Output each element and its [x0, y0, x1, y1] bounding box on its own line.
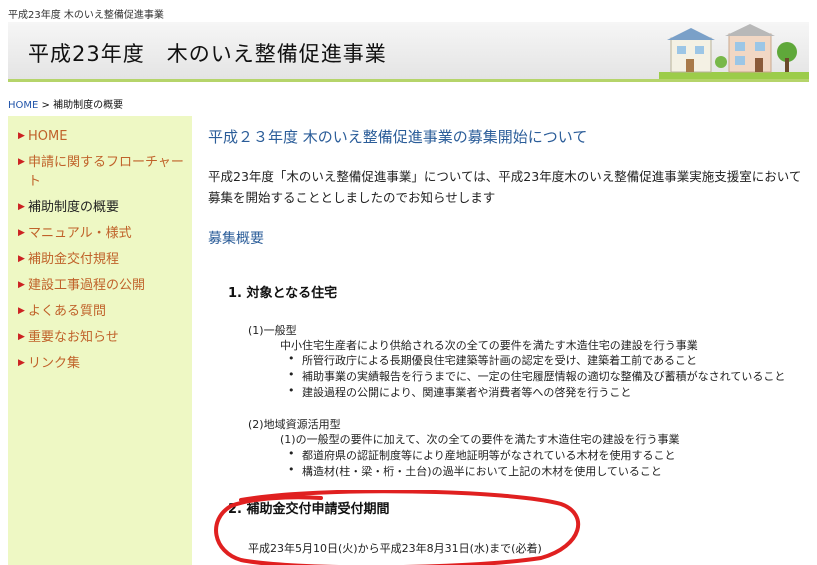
bullet-icon: • — [288, 384, 295, 397]
arrow-bullet-icon: ▶ — [18, 202, 25, 212]
sidebar-item-label: 建設工事過程の公開 — [28, 278, 146, 293]
header-banner: 平成23年度 木のいえ整備促進事業 — [8, 22, 809, 82]
breadcrumb-home-link[interactable]: HOME — [8, 100, 38, 111]
general-type-desc: 中小住宅生産者により供給される次の全ての要件を満たす木造住宅の建設を行う事業 — [280, 339, 698, 352]
arrow-bullet-icon: ▶ — [18, 306, 25, 316]
bullet-icon: • — [288, 368, 295, 381]
requirement-text: 構造材(柱・梁・桁・土台)の過半において上記の木材を使用していること — [302, 465, 662, 478]
bullet-icon: • — [288, 352, 295, 365]
sidebar-item-label: 重要なお知らせ — [28, 330, 119, 345]
regional-type-desc: (1)の一般型の要件に加えて、次の全ての要件を満たす木造住宅の建設を行う事業 — [280, 433, 680, 446]
requirement-text: 所管行政庁による長期優良住宅建築等計画の認定を受け、建築着工前であること — [302, 354, 698, 367]
sidebar-nav: ▶ HOME ▶ 申請に関するフローチャート ▶ 補助制度の概要 ▶ マニュアル… — [8, 116, 192, 565]
sidebar-item-links[interactable]: ▶ リンク集 — [8, 351, 192, 377]
sidebar-item-notices[interactable]: ▶ 重要なお知らせ — [8, 325, 192, 351]
arrow-bullet-icon: ▶ — [18, 157, 25, 167]
sidebar-item-label: HOME — [28, 129, 68, 144]
breadcrumb: HOME > 補助制度の概要 — [8, 96, 123, 111]
list-item: • 都道府県の認証制度等により産地証明等がなされている木材を使用すること — [288, 447, 675, 463]
arrow-bullet-icon: ▶ — [18, 228, 25, 238]
sidebar-item-construction[interactable]: ▶ 建設工事過程の公開 — [8, 273, 192, 299]
sidebar-item-label: 申請に関するフローチャート — [28, 155, 184, 189]
section-title-eligible-housing: 1. 対象となる住宅 — [228, 286, 338, 301]
sidebar-item-faq[interactable]: ▶ よくある質問 — [8, 299, 192, 325]
application-period: 平成23年5月10日(火)から平成23年8月31日(水)まで(必着) — [248, 542, 542, 555]
top-caption: 平成23年度 木のいえ整備促進事業 — [8, 10, 164, 21]
arrow-bullet-icon: ▶ — [18, 131, 25, 141]
breadcrumb-separator: > — [38, 100, 54, 111]
bullet-icon: • — [288, 463, 295, 476]
sidebar-item-manual[interactable]: ▶ マニュアル・様式 — [8, 221, 192, 247]
requirement-text: 補助事業の実績報告を行うまでに、一定の住宅履歴情報の適切な整備及び蓄積がなされて… — [302, 370, 786, 383]
page-title: 平成２３年度 木のいえ整備促進事業の募集開始について — [208, 128, 588, 146]
sidebar-item-regulations[interactable]: ▶ 補助金交付規程 — [8, 247, 192, 273]
section-heading-overview: 募集概要 — [208, 231, 264, 247]
list-item: • 構造材(柱・梁・桁・土台)の過半において上記の木材を使用していること — [288, 463, 662, 479]
section-title-application-period: 2. 補助金交付申請受付期間 — [228, 502, 390, 517]
sidebar-item-label: 補助金交付規程 — [28, 252, 120, 267]
list-item: • 建設過程の公開により、関連事業者や消費者等への啓発を行うこと — [288, 384, 631, 400]
list-item: • 所管行政庁による長期優良住宅建築等計画の認定を受け、建築着工前であること — [288, 352, 697, 368]
arrow-bullet-icon: ▶ — [18, 280, 25, 290]
sidebar-item-label: リンク集 — [28, 356, 81, 371]
general-type-label: (1)一般型 — [248, 324, 297, 337]
sidebar-item-label: よくある質問 — [28, 304, 107, 319]
list-item: • 補助事業の実績報告を行うまでに、一定の住宅履歴情報の適切な整備及び蓄積がなさ… — [288, 368, 785, 384]
arrow-bullet-icon: ▶ — [18, 332, 25, 342]
bullet-icon: • — [288, 447, 295, 460]
banner-title: 平成23年度 木のいえ整備促進事業 — [28, 42, 387, 66]
sidebar-item-label: マニュアル・様式 — [28, 226, 132, 241]
sidebar-item-home[interactable]: ▶ HOME — [8, 124, 192, 150]
sidebar-item-label: 補助制度の概要 — [28, 200, 120, 215]
arrow-bullet-icon: ▶ — [18, 254, 25, 264]
breadcrumb-current: 補助制度の概要 — [53, 100, 124, 111]
requirement-text: 都道府県の認証制度等により産地証明等がなされている木材を使用すること — [302, 449, 676, 462]
requirement-text: 建設過程の公開により、関連事業者や消費者等への啓発を行うこと — [302, 386, 632, 399]
intro-paragraph: 平成23年度「木のいえ整備促進事業」については、平成23年度木のいえ整備促進事業… — [208, 169, 802, 205]
houses-illustration — [659, 24, 809, 79]
regional-type-label: (2)地域資源活用型 — [248, 418, 341, 431]
sidebar-item-flowchart[interactable]: ▶ 申請に関するフローチャート — [8, 150, 192, 195]
sidebar-item-overview[interactable]: ▶ 補助制度の概要 — [8, 195, 192, 221]
arrow-bullet-icon: ▶ — [18, 358, 25, 368]
